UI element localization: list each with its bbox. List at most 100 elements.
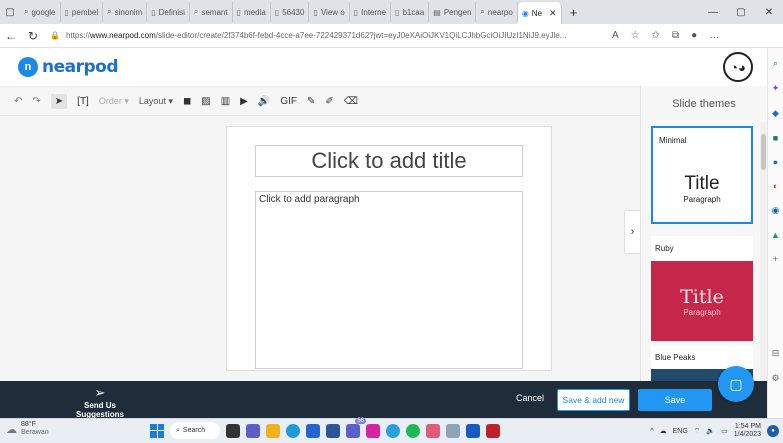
edge-icon[interactable] — [286, 423, 300, 438]
slide-paragraph-box[interactable]: Click to add paragraph — [255, 191, 523, 369]
themes-scroll-thumb[interactable] — [761, 134, 766, 170]
favorites-list-icon[interactable]: ✩ — [652, 30, 660, 41]
volume-icon[interactable]: 🔈 — [706, 427, 715, 435]
browser-tab[interactable]: ▯ Definisi — [147, 2, 190, 22]
maximize-icon[interactable]: ▢ — [727, 7, 755, 18]
url-field[interactable]: 🔒 https://www.nearpod.com/slide-editor/c… — [44, 27, 604, 45]
collapse-panel-chevron-icon[interactable]: › — [624, 210, 640, 254]
select-cursor-icon[interactable]: ➤ — [50, 93, 68, 109]
layout-dropdown[interactable]: Layout ▾ — [139, 96, 173, 107]
browser-tab[interactable]: ⌕ google — [20, 2, 61, 22]
save-button[interactable]: Save — [638, 389, 712, 411]
browser-tab[interactable]: ◉ Ne ✕ — [517, 2, 562, 24]
spotify-icon[interactable] — [406, 423, 420, 438]
sidebar-office-icon[interactable]: ◐ — [773, 181, 778, 191]
notes-icon[interactable] — [446, 423, 460, 438]
theme-card-minimal[interactable]: Minimal Title Paragraph — [651, 126, 753, 224]
minimize-icon[interactable]: — — [699, 7, 727, 18]
more-menu-icon[interactable]: … — [709, 30, 719, 41]
clock[interactable]: 1:54 PM 1/4/2023 — [734, 423, 761, 439]
telegram-icon[interactable] — [386, 423, 400, 438]
close-window-icon[interactable]: ✕ — [755, 7, 783, 18]
browser-tab[interactable]: ⌕ sinonim — [103, 2, 148, 22]
weather-widget[interactable]: ☁ 88°F Berawan — [6, 421, 49, 437]
cancel-button[interactable]: Cancel — [516, 393, 544, 403]
reload-icon[interactable]: ↻ — [22, 29, 44, 43]
sidebar-add-icon[interactable]: + — [773, 254, 778, 264]
redo-icon[interactable]: ↷ — [32, 96, 40, 107]
text-tool-icon[interactable]: [T] — [77, 96, 89, 107]
user-avatar[interactable]: ◔◕ — [723, 52, 753, 82]
theme-preview: Title Paragraph — [651, 261, 753, 341]
notification-center-icon[interactable]: ● — [767, 425, 779, 437]
network-icon[interactable]: ⌔ — [694, 427, 701, 436]
page-icon: ▯ — [353, 7, 359, 17]
shapes-icon[interactable]: ◼ — [183, 96, 191, 107]
close-tab-icon[interactable]: ✕ — [549, 8, 557, 19]
highlighter-icon[interactable]: ✐ — [325, 96, 333, 107]
photos-icon[interactable] — [426, 423, 440, 438]
profile-icon[interactable]: ● — [691, 30, 697, 41]
eraser-icon[interactable]: ⌫ — [344, 96, 358, 107]
browser-tab[interactable]: ▯ 56430 — [271, 2, 310, 22]
browser-tab[interactable]: ▯ b1caa — [391, 2, 430, 22]
windows-start-icon[interactable] — [150, 423, 164, 438]
favorite-star-icon[interactable]: ☆ — [631, 30, 640, 41]
tab-actions-icon[interactable]: ▢ — [0, 0, 20, 24]
battery-icon[interactable]: ▭ — [721, 427, 728, 435]
send-suggestions-button[interactable]: ➢ Send Us Suggestions — [60, 385, 140, 419]
language-indicator[interactable]: ENG — [673, 428, 688, 435]
back-arrow-icon[interactable]: ← — [0, 29, 22, 43]
slide: Click to add title Click to add paragrap… — [226, 126, 552, 371]
sidebar-settings-icon[interactable]: ⚙ — [771, 373, 779, 384]
sidebar-layout-icon[interactable]: ⊟ — [772, 348, 780, 359]
search-icon: ⌕ — [176, 426, 180, 434]
sidebar-shopping-icon[interactable]: ◆ — [772, 108, 779, 119]
teams-icon[interactable]: 56 — [346, 417, 366, 438]
chat-app-icon[interactable] — [246, 423, 260, 438]
audio-icon[interactable]: 🔊 — [258, 96, 270, 107]
order-dropdown[interactable]: Order ▾ — [99, 96, 129, 107]
acrobat-icon[interactable] — [486, 423, 500, 438]
browser-tab[interactable]: ⌕ semant — [190, 2, 233, 22]
read-aloud-icon[interactable]: A — [612, 30, 619, 41]
task-view-icon[interactable] — [226, 423, 240, 438]
sidebar-outlook-icon[interactable]: ◉ — [772, 205, 780, 216]
browser-tab[interactable]: ▤ Pengen — [429, 2, 477, 22]
file-explorer-icon[interactable] — [266, 423, 280, 438]
sidebar-search-icon[interactable]: ⌕ — [773, 58, 778, 69]
cloud-sync-icon[interactable]: ☁ — [660, 427, 667, 435]
browser-tab[interactable]: ▯ pembel — [61, 2, 104, 22]
instagram-icon[interactable] — [366, 423, 380, 438]
browser-tab[interactable]: ▯ View o — [309, 2, 350, 22]
chat-bubble-icon[interactable]: ▢ — [718, 366, 754, 402]
sidebar-sparkle-icon[interactable]: ✦ — [772, 83, 780, 94]
chart-icon[interactable]: ▥ — [221, 96, 230, 107]
slide-title-box[interactable]: Click to add title — [255, 145, 523, 177]
undo-icon[interactable]: ↶ — [14, 96, 22, 107]
temperature: 88°F — [21, 421, 36, 428]
video-icon[interactable]: ▶ — [240, 96, 248, 107]
browser-tab[interactable]: ▯ media — [233, 2, 271, 22]
new-tab-button[interactable]: + — [566, 5, 582, 20]
gif-icon[interactable]: GIF — [280, 96, 297, 107]
app-logo-text: nearpod — [42, 57, 119, 77]
word-doc-icon[interactable] — [466, 423, 480, 438]
save-and-add-new-button[interactable]: Save & add new — [557, 389, 630, 411]
store-icon[interactable] — [306, 423, 320, 438]
image-icon[interactable]: ▨ — [201, 96, 210, 107]
cloud-icon: ☁ — [6, 423, 17, 436]
tab-list: ⌕ google ▯ pembel ⌕ sinonim ▯ Definisi ⌕ semant ▯ m… — [20, 0, 562, 24]
window-controls: — ▢ ✕ — [699, 0, 783, 24]
word-app-icon[interactable] — [326, 423, 340, 438]
sidebar-people-icon[interactable]: ● — [773, 157, 778, 167]
sidebar-drop-icon[interactable]: ▲ — [771, 230, 780, 240]
browser-tab[interactable]: ⌕ nearpo — [476, 2, 518, 22]
browser-tab[interactable]: ▯ Interne — [350, 2, 392, 22]
taskbar-search[interactable]: ⌕ Search — [170, 422, 220, 439]
pen-icon[interactable]: ✎ — [307, 96, 315, 107]
theme-card-ruby[interactable]: Ruby Title Paragraph — [651, 236, 753, 341]
tray-chevron-icon[interactable]: ^ — [650, 428, 653, 435]
sidebar-tools-icon[interactable]: ■ — [773, 133, 778, 143]
collections-icon[interactable]: ⧉ — [672, 30, 679, 41]
